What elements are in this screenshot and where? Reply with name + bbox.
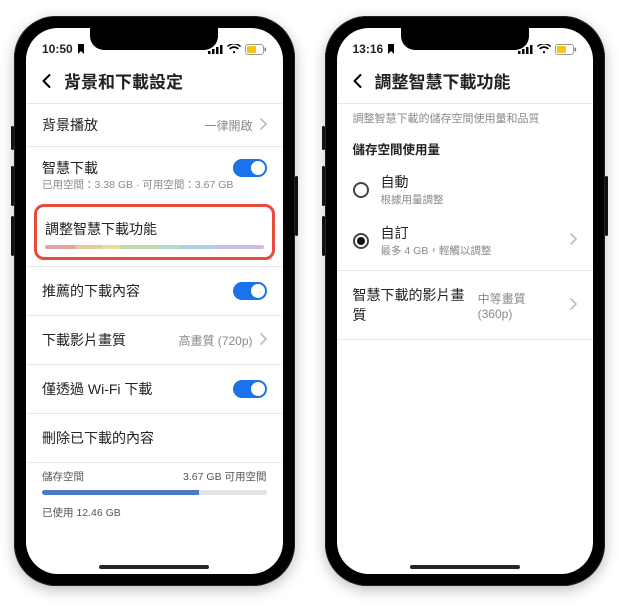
side-button [11,166,14,206]
option-custom[interactable]: 自訂 最多 4 GB，輕觸以調整 [337,215,594,266]
highlight-underline [45,245,264,249]
row-smart-quality[interactable]: 智慧下載的影片畫質 中等畫質 (360p) [337,271,594,339]
row-value: 高畫質 (720p) [178,332,252,349]
storage-used: 已使用 12.46 GB [26,499,283,522]
row-value: 一律開啟 [204,117,252,134]
divider [337,339,594,340]
notch [401,28,529,50]
phone-right: 13:16 調整智慧下載功能 [325,16,606,586]
option-title: 自動 [381,172,444,192]
option-subtext: 根據用量調整 [381,192,444,207]
option-auto[interactable]: 自動 根據用量調整 [337,164,594,215]
storage-bar [42,490,267,495]
radio-icon[interactable] [353,182,369,198]
toggle-switch[interactable] [233,380,267,398]
row-value: 中等畫質 (360p) [478,290,563,321]
row-smart-download[interactable]: 智慧下載 [26,147,283,182]
side-button [322,166,325,206]
chevron-right-icon [569,232,577,250]
row-wifi-only[interactable]: 僅透過 Wi-Fi 下載 [26,365,283,413]
side-button [295,176,298,236]
page-header: 調整智慧下載功能 [337,62,594,104]
row-delete-downloads[interactable]: 刪除已下載的內容 [26,414,283,462]
row-label: 刪除已下載的內容 [42,428,154,448]
wifi-icon [227,44,241,54]
row-label: 下載影片畫質 [42,330,126,350]
row-download-quality[interactable]: 下載影片畫質 高畫質 (720p) [26,316,283,364]
chevron-right-icon [259,333,267,348]
storage-used-label: 已使用 12.46 GB [42,505,121,520]
bookmark-icon [77,44,85,54]
back-icon[interactable] [38,72,56,90]
storage-left-label: 儲存空間 [42,469,84,484]
phone-left: 10:50 背景和下載設定 [14,16,295,586]
row-adjust-smart-download[interactable]: 調整智慧下載功能 [34,204,275,260]
side-button [605,176,608,236]
row-bg-play[interactable]: 背景播放 一律開啟 [26,104,283,146]
row-recommended[interactable]: 推薦的下載內容 [26,267,283,315]
page-title: 背景和下載設定 [64,68,183,93]
side-button [322,126,325,150]
option-title: 自訂 [381,223,558,243]
row-label: 智慧下載的影片畫質 [353,285,478,325]
toggle-switch[interactable] [233,282,267,300]
chevron-right-icon [569,298,577,313]
bookmark-icon [387,44,395,54]
toggle-switch[interactable] [233,159,267,177]
chevron-right-icon [259,118,267,133]
side-button [322,216,325,256]
home-indicator[interactable] [410,565,520,569]
row-label: 推薦的下載內容 [42,281,140,301]
row-label: 智慧下載 [42,158,98,178]
wifi-icon [537,44,551,54]
side-button [11,216,14,256]
status-time: 10:50 [42,42,73,56]
row-label: 僅透過 Wi-Fi 下載 [42,379,152,399]
notch [90,28,218,50]
back-icon[interactable] [349,72,367,90]
page-header: 背景和下載設定 [26,62,283,104]
storage-right-label: 3.67 GB 可用空間 [183,469,266,484]
row-label: 調整智慧下載功能 [45,219,264,239]
page-description: 調整智慧下載的儲存空間使用量和品質 [337,104,594,129]
page-title: 調整智慧下載功能 [375,68,511,93]
radio-icon[interactable] [353,233,369,249]
row-label: 背景播放 [42,115,98,135]
home-indicator[interactable] [99,565,209,569]
section-title-storage: 儲存空間使用量 [337,129,594,164]
status-time: 13:16 [353,42,384,56]
side-button [11,126,14,150]
storage-summary: 儲存空間 3.67 GB 可用空間 [26,463,283,486]
option-subtext: 最多 4 GB，輕觸以調整 [381,243,558,258]
battery-icon [555,44,577,55]
battery-icon [245,44,267,55]
